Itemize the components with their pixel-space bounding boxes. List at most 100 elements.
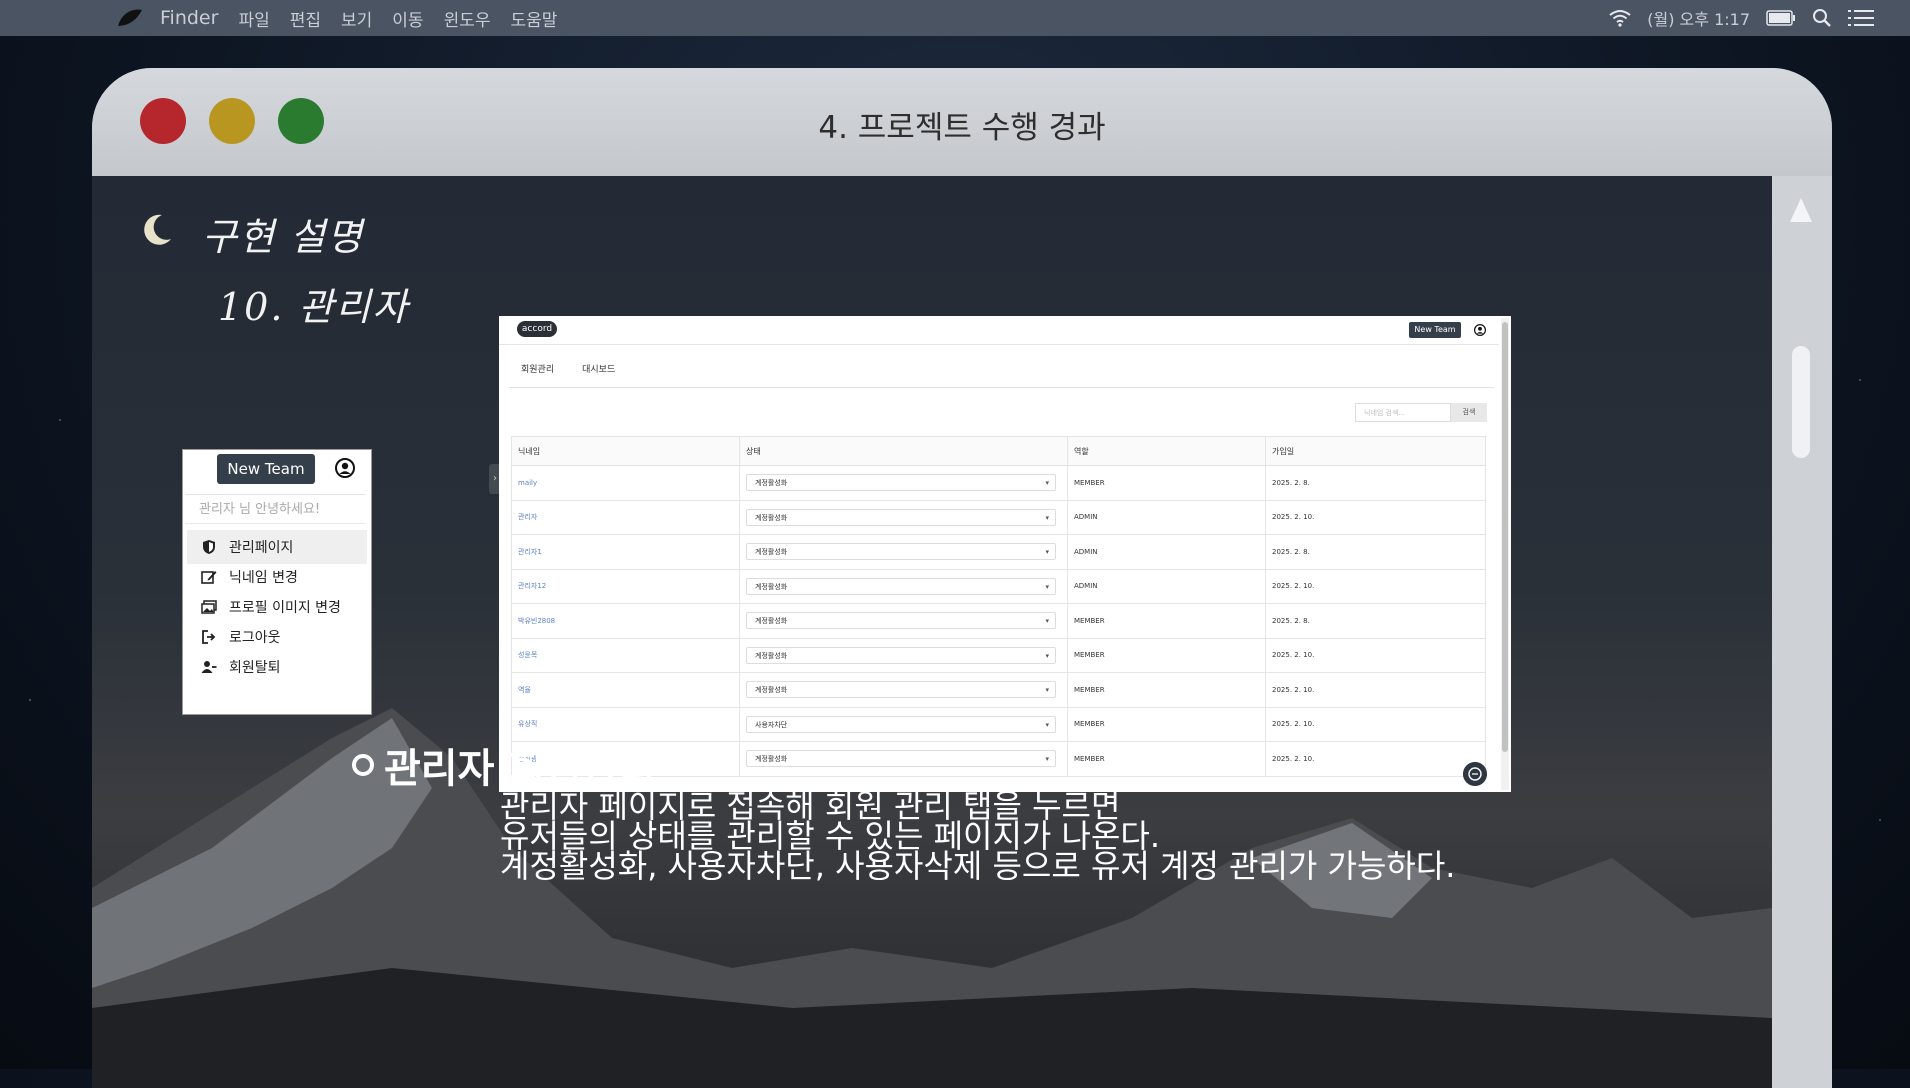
tab-dashboard[interactable]: 대시보드 — [582, 362, 615, 375]
member-joined-date: 2025. 2. 10. — [1265, 672, 1486, 708]
member-role: ADMIN — [1067, 534, 1266, 570]
app-header: accord New Team — [499, 316, 1499, 345]
member-role: MEMBER — [1067, 637, 1266, 673]
avatar-icon[interactable] — [335, 458, 355, 478]
handwritten-heading: 구현 설명 — [202, 215, 364, 259]
member-joined-date: 2025. 2. 10. — [1265, 637, 1486, 673]
member-nickname[interactable]: 관리자1 — [511, 534, 740, 570]
member-nickname[interactable]: 관리자12 — [511, 568, 740, 604]
column-header-status: 상태 — [739, 436, 1068, 466]
menu-item-withdraw[interactable]: 회원탈퇴 — [187, 650, 367, 684]
member-role: MEMBER — [1067, 706, 1266, 742]
member-nickname[interactable]: 박유빈2808 — [511, 603, 740, 639]
scroll-up-arrow-icon[interactable] — [1790, 198, 1812, 222]
moon-icon — [144, 214, 171, 245]
search-button[interactable]: 검색 — [1451, 403, 1487, 422]
status-cell: 계정활성화 — [739, 568, 1068, 604]
status-cell: 계정활성화 — [739, 603, 1068, 639]
edit-icon — [201, 571, 217, 584]
table-row: 관리자 계정활성화 ADMIN 2025. 2. 10. — [511, 499, 1486, 535]
logout-icon — [202, 630, 216, 644]
column-header-nickname: 닉네임 — [511, 436, 740, 466]
menu-item-logout[interactable]: 로그아웃 — [187, 620, 367, 654]
images-icon — [201, 600, 217, 614]
table-row: 역율 계정활성화 MEMBER 2025. 2. 10. — [511, 672, 1486, 708]
status-select[interactable]: 계정활성화 — [746, 543, 1056, 561]
status-select[interactable]: 계정활성화 — [746, 474, 1056, 492]
member-nickname[interactable]: 관리자 — [511, 499, 740, 535]
menu-view[interactable]: 보기 — [341, 6, 372, 31]
member-role: MEMBER — [1067, 465, 1266, 501]
app-logo[interactable]: accord — [517, 321, 557, 337]
section-title-text: 관리자 회원관리 — [384, 746, 656, 792]
member-nickname[interactable]: 역율 — [511, 672, 740, 708]
tab-member-management[interactable]: 회원관리 — [521, 362, 554, 375]
menu-item-label: 로그아웃 — [229, 630, 281, 646]
menu-item-change-nickname[interactable]: 닉네임 변경 — [187, 560, 367, 594]
menu-go[interactable]: 이동 — [392, 6, 423, 31]
control-center-icon[interactable] — [1848, 9, 1874, 27]
admin-tabs: 회원관리 대시보드 — [521, 362, 615, 375]
table-row: 박유빈2808 계정활성화 MEMBER 2025. 2. 8. — [511, 603, 1486, 639]
status-select[interactable]: 계정활성화 — [746, 508, 1056, 527]
table-row: 정석광 계정활성화 MEMBER 2025. 2. 10. — [511, 741, 1486, 777]
table-row: 유상직 사용자차단 MEMBER 2025. 2. 10. — [511, 706, 1486, 742]
description-line: 계정활성화, 사용자차단, 사용자삭제 등으로 유저 계정 관리가 가능하다. — [500, 847, 1456, 885]
member-role: MEMBER — [1067, 741, 1266, 777]
app-scrollbar-thumb[interactable] — [1502, 322, 1508, 752]
window-titlebar: 4. 프로젝트 수행 경과 — [92, 68, 1832, 178]
status-select[interactable]: 계정활성화 — [746, 612, 1056, 630]
menu-edit[interactable]: 편집 — [290, 6, 321, 31]
member-table: 닉네임 상태 역할 가입일 maily 계정활성화 MEMBER 2025. 2… — [511, 436, 1486, 777]
status-select[interactable]: 계정활성화 — [746, 750, 1056, 768]
status-cell: 계정활성화 — [739, 465, 1068, 501]
member-nickname[interactable]: 성윤목 — [511, 637, 740, 673]
presentation-window: 4. 프로젝트 수행 경과 구현 설명 10. 관리자 New Team 관리자… — [92, 68, 1832, 1088]
status-select[interactable]: 계정활성화 — [746, 681, 1056, 699]
greeting-text: 관리자 님 안녕하세요! — [185, 494, 365, 524]
new-team-button[interactable]: New Team — [217, 454, 315, 484]
menu-file[interactable]: 파일 — [238, 6, 269, 31]
status-select[interactable]: 계정활성화 — [746, 577, 1056, 596]
menu-app-name[interactable]: Finder — [160, 7, 218, 29]
menu-item-label: 닉네임 변경 — [229, 570, 298, 586]
app-avatar-icon[interactable] — [1474, 324, 1486, 336]
member-joined-date: 2025. 2. 8. — [1265, 534, 1486, 570]
table-row: 관리자12 계정활성화 ADMIN 2025. 2. 10. — [511, 568, 1486, 604]
status-cell: 계정활성화 — [739, 672, 1068, 708]
status-cell: 계정활성화 — [739, 637, 1068, 673]
menu-item-change-profile-image[interactable]: 프로필 이미지 변경 — [187, 590, 367, 624]
nickname-search-input[interactable]: 닉네임 검색... — [1355, 403, 1451, 422]
member-joined-date: 2025. 2. 8. — [1265, 603, 1486, 639]
status-select[interactable]: 사용자차단 — [746, 715, 1056, 734]
chat-bubble-icon[interactable] — [1463, 762, 1487, 786]
column-header-role: 역할 — [1067, 436, 1266, 466]
menu-help[interactable]: 도움말 — [510, 6, 557, 31]
handwritten-subheading: 10. 관리자 — [218, 285, 410, 329]
window-scrollbar[interactable] — [1772, 176, 1832, 1088]
menu-clock[interactable]: (월) 오후 1:17 — [1647, 6, 1750, 30]
app-scrollbar[interactable] — [1501, 318, 1509, 790]
leaf-logo-icon[interactable] — [116, 8, 144, 28]
wifi-icon[interactable] — [1609, 9, 1631, 27]
app-new-team-button[interactable]: New Team — [1409, 322, 1461, 338]
table-row: 성윤목 계정활성화 MEMBER 2025. 2. 10. — [511, 637, 1486, 673]
menu-window[interactable]: 윈도우 — [444, 6, 491, 31]
bullet-ring-icon — [352, 754, 374, 776]
member-joined-date: 2025. 2. 8. — [1265, 465, 1486, 501]
member-joined-date: 2025. 2. 10. — [1265, 568, 1486, 604]
member-joined-date: 2025. 2. 10. — [1265, 741, 1486, 777]
member-role: MEMBER — [1067, 672, 1266, 708]
menu-item-admin-page[interactable]: 관리페이지 — [187, 530, 367, 564]
window-scrollbar-thumb[interactable] — [1792, 346, 1810, 458]
search-icon[interactable] — [1812, 8, 1832, 28]
status-select[interactable]: 계정활성화 — [746, 646, 1056, 665]
member-nickname[interactable]: maily — [511, 465, 740, 501]
window-title: 4. 프로젝트 수행 경과 — [818, 110, 1106, 146]
shield-icon — [203, 540, 215, 554]
tab-divider — [509, 387, 1494, 388]
column-header-joined: 가입일 — [1265, 436, 1486, 466]
battery-icon[interactable] — [1766, 10, 1796, 26]
table-row: maily 계정활성화 MEMBER 2025. 2. 8. — [511, 465, 1486, 501]
status-cell: 계정활성화 — [739, 741, 1068, 777]
